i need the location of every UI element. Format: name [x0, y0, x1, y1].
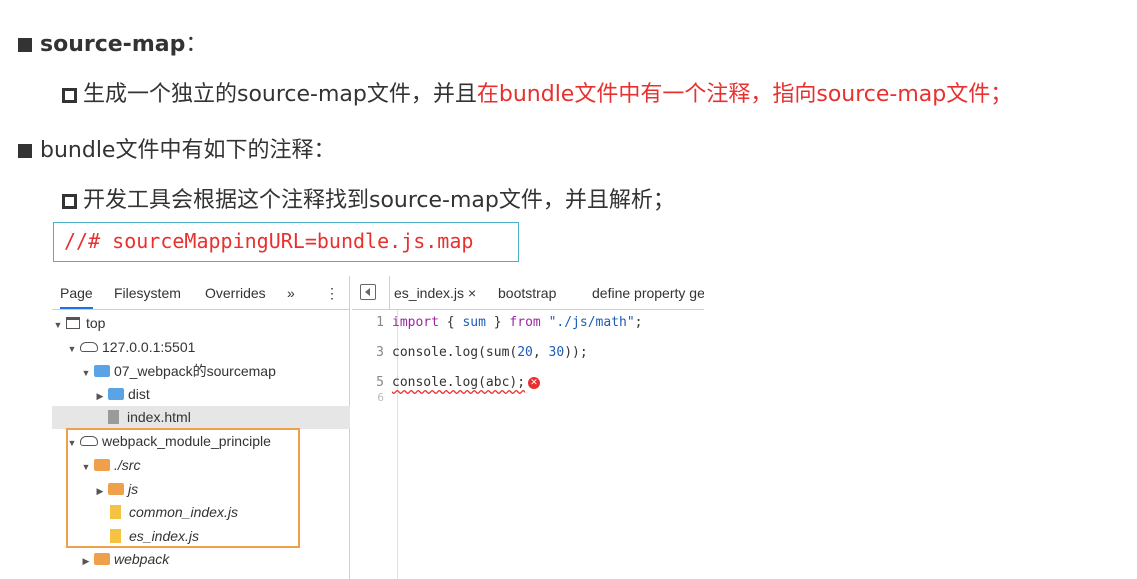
- expand-arrow-icon[interactable]: ▼: [52, 314, 64, 337]
- tree-item-label: ./src: [114, 457, 141, 473]
- bullet-colon: ：: [185, 32, 208, 57]
- tree-item-label: 07_webpack的sourcemap: [114, 363, 276, 379]
- collapse-arrow-icon[interactable]: ▶: [94, 480, 106, 503]
- tab-label: es_index.js: [394, 285, 465, 301]
- tab-divider: [389, 276, 390, 309]
- tree-item-label: dist: [128, 386, 150, 402]
- sub-bullet-devtools: 开发工具会根据这个注释找到source-map文件，并且解析；: [62, 182, 675, 214]
- cloud-icon: [80, 342, 98, 353]
- square-bullet-icon: [18, 38, 32, 52]
- tree-item-webpack-origin[interactable]: ▼ webpack_module_principle: [52, 430, 350, 453]
- code-punct: {: [438, 315, 463, 330]
- expand-arrow-icon[interactable]: ▼: [66, 338, 78, 361]
- kebab-menu-icon[interactable]: ⋮: [325, 285, 339, 302]
- js-file-icon: [110, 529, 121, 544]
- sub-bullet-highlight-1: 在bundle文件中有一个注释: [476, 82, 751, 107]
- code-string: "./js/math": [548, 315, 635, 330]
- tree-item-label: index.html: [127, 409, 191, 425]
- hollow-square-bullet-icon: [62, 87, 77, 103]
- sub-bullet-text: 生成一个独立的source-map文件，并且: [83, 82, 477, 107]
- navigator-pane: Page Filesystem Overrides » ⋮ ▼ top ▼ 127.…: [52, 276, 350, 579]
- tab-filesystem[interactable]: Filesystem: [114, 285, 181, 301]
- file-icon: [108, 410, 119, 425]
- tab-define-property[interactable]: define property ge: [592, 285, 704, 301]
- tree-item-es-index[interactable]: es_index.js: [52, 525, 350, 548]
- collapse-arrow-icon[interactable]: ▶: [80, 550, 92, 573]
- bullet-source-map: source-map：: [18, 26, 207, 58]
- bullet-bundle-comment: bundle文件中有如下的注释：: [18, 132, 335, 164]
- code-identifier: sum: [462, 315, 486, 330]
- tree-item-index-html[interactable]: index.html: [52, 406, 350, 429]
- code-number: 20: [517, 345, 533, 360]
- collapse-arrow-icon[interactable]: ▶: [94, 385, 106, 408]
- folder-icon: [108, 483, 124, 496]
- code-line-1[interactable]: 1 import { sum } from "./js/math";: [352, 308, 642, 338]
- tab-page[interactable]: Page: [60, 285, 93, 309]
- close-tab-icon[interactable]: ×: [468, 285, 476, 301]
- toggle-navigator-icon[interactable]: [360, 284, 376, 300]
- js-file-icon: [110, 505, 121, 520]
- devtools-sources-panel: Page Filesystem Overrides » ⋮ ▼ top ▼ 127.…: [52, 276, 704, 579]
- tree-item-label: top: [86, 315, 106, 331]
- source-mapping-url-snippet: //# sourceMappingURL=bundle.js.map: [53, 222, 519, 262]
- tree-item-folder-src[interactable]: ▼ ./src: [52, 454, 350, 477]
- square-bullet-icon: [18, 144, 32, 158]
- line-number: 6: [377, 391, 384, 404]
- code-punct: }: [485, 315, 510, 330]
- folder-icon: [94, 365, 110, 378]
- expand-arrow-icon[interactable]: ▼: [66, 432, 78, 455]
- tree-item-label: 127.0.0.1:5501: [102, 339, 196, 355]
- sub-bullet-text: 开发工具会根据这个注释找到source-map文件，并且解析；: [83, 188, 675, 213]
- tree-item-folder-js[interactable]: ▶ js: [52, 478, 350, 501]
- tab-es-index[interactable]: es_index.js ×: [394, 285, 476, 301]
- tree-item-label: webpack_module_principle: [102, 433, 271, 449]
- tree-item-origin[interactable]: ▼ 127.0.0.1:5501: [52, 336, 350, 359]
- tab-overrides[interactable]: Overrides: [205, 285, 266, 301]
- tree-item-common-index[interactable]: common_index.js: [52, 501, 350, 524]
- tree-item-folder-dist[interactable]: ▶ dist: [52, 383, 350, 406]
- more-tabs-icon[interactable]: »: [287, 285, 295, 301]
- folder-icon: [94, 553, 110, 566]
- folder-icon: [94, 459, 110, 472]
- hollow-square-bullet-icon: [62, 193, 77, 209]
- code-text: ,: [532, 345, 549, 360]
- code-line-6[interactable]: 6: [352, 383, 392, 413]
- code-punct: ;: [634, 315, 643, 330]
- tree-item-label: js: [128, 481, 139, 497]
- bullet-title: source-map: [40, 32, 186, 57]
- folder-icon: [108, 388, 124, 401]
- navigator-tabs: Page Filesystem Overrides » ⋮: [52, 276, 349, 310]
- tree-item-folder-webpack[interactable]: ▶ webpack: [52, 548, 350, 571]
- expand-arrow-icon[interactable]: ▼: [80, 362, 92, 385]
- bullet-text: bundle文件中有如下的注释：: [40, 138, 336, 163]
- expand-arrow-icon[interactable]: ▼: [80, 456, 92, 479]
- frame-icon: [66, 317, 80, 330]
- code-text-error: console.log(abc);: [392, 375, 526, 390]
- sub-bullet-generate: 生成一个独立的source-map文件，并且在bundle文件中有一个注释，指向…: [62, 76, 1012, 108]
- keyword-from: from: [509, 315, 541, 330]
- editor-pane: es_index.js × bootstrap define property …: [352, 276, 704, 579]
- code-number: 30: [548, 345, 565, 360]
- code-text: console.log(sum(: [392, 345, 518, 360]
- tree-item-label: common_index.js: [129, 504, 238, 520]
- keyword-import: import: [392, 315, 439, 330]
- code-text: ));: [564, 345, 588, 360]
- error-icon[interactable]: ✕: [528, 376, 541, 389]
- tree-item-folder-sourcemap[interactable]: ▼ 07_webpack的sourcemap: [52, 360, 350, 383]
- cloud-icon: [80, 436, 98, 447]
- tree-item-label: webpack: [114, 551, 170, 567]
- sub-bullet-separator: ，: [750, 82, 773, 107]
- sub-bullet-highlight-2: 指向source-map文件；: [772, 82, 1013, 107]
- tab-bootstrap[interactable]: bootstrap: [498, 285, 556, 301]
- tree-item-label: es_index.js: [129, 528, 200, 544]
- tree-item-top[interactable]: ▼ top: [52, 312, 350, 335]
- editor-tabs: es_index.js × bootstrap define property …: [352, 276, 704, 310]
